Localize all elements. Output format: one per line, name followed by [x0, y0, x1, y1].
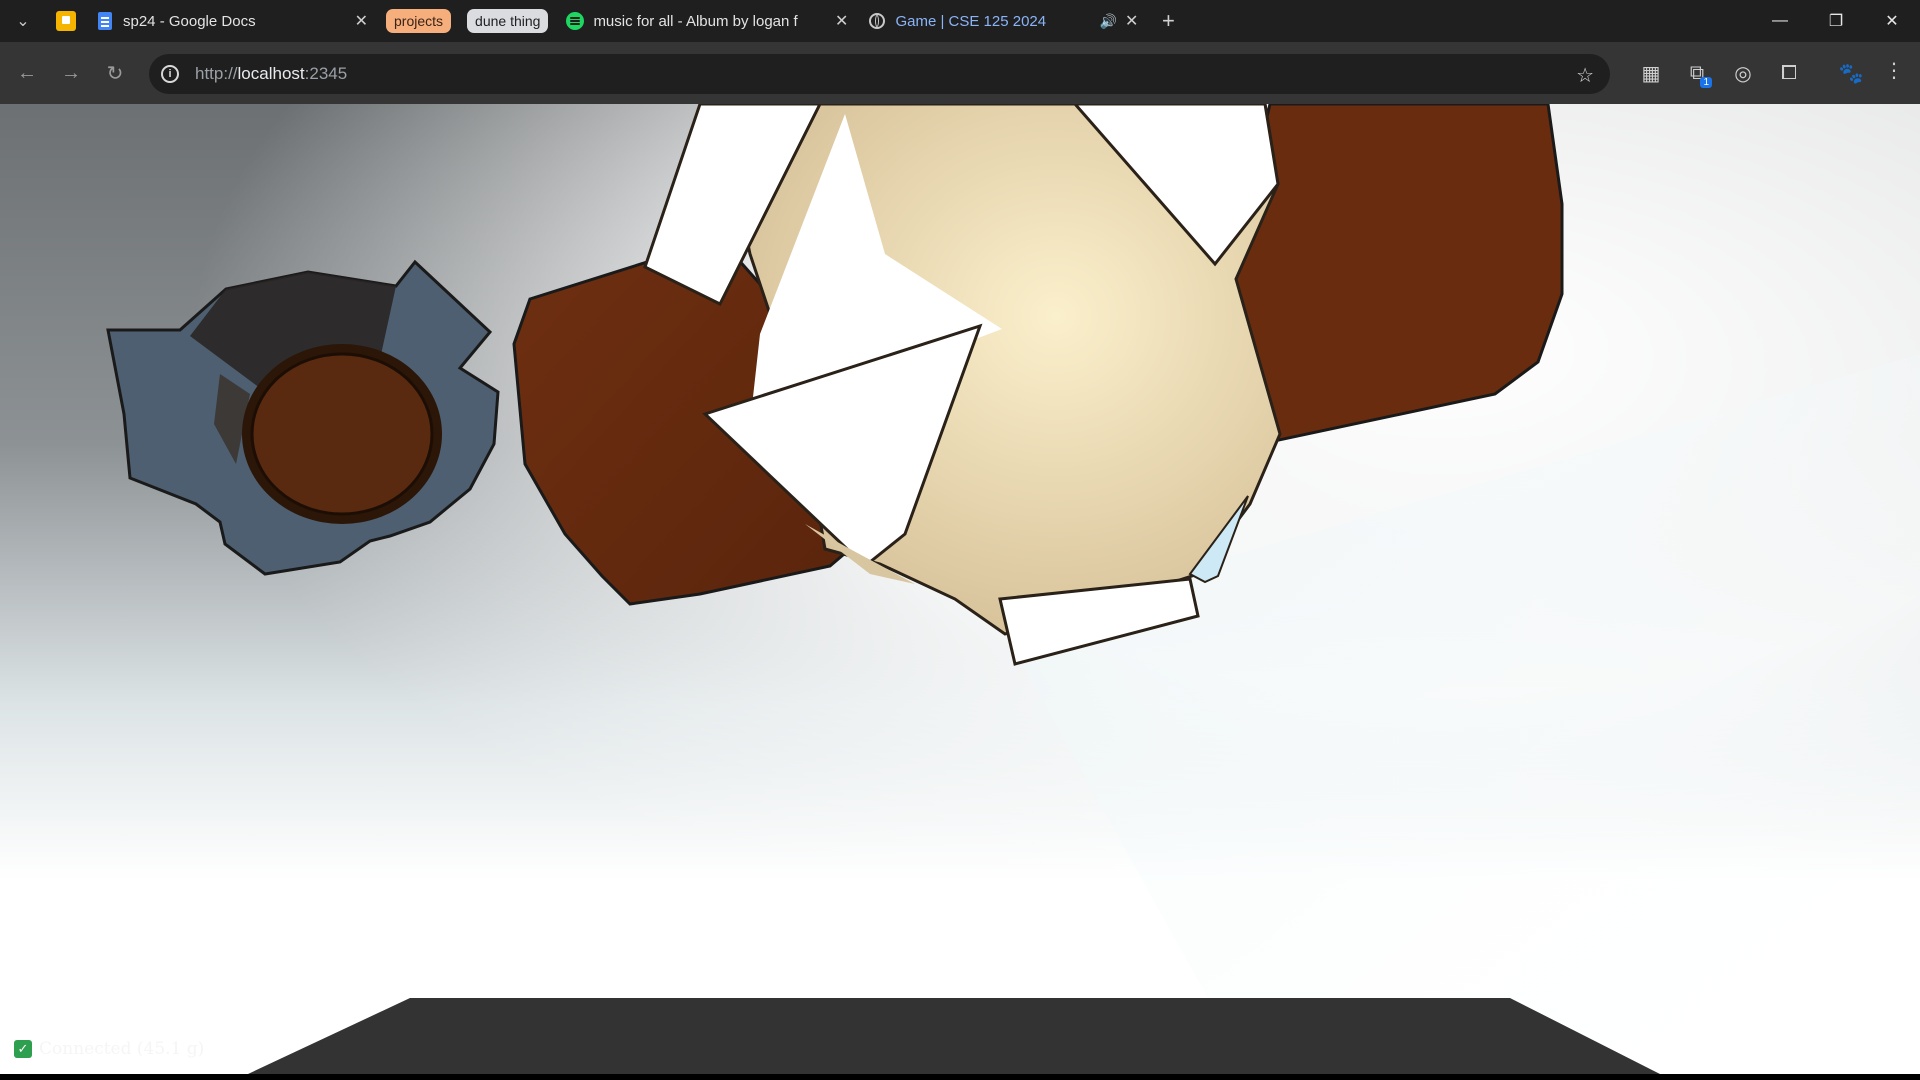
restore-button[interactable]: ❐ [1808, 0, 1864, 42]
game-canvas[interactable] [0, 104, 1920, 1074]
bookmark-star-icon[interactable]: ☆ [1576, 63, 1594, 88]
tab-search-button[interactable]: ⌄ [0, 0, 46, 42]
spotify-icon [566, 12, 585, 30]
floor-platform [248, 998, 1660, 1074]
window-controls: — ❐ ✕ [1752, 0, 1920, 42]
close-icon[interactable]: ✕ [355, 11, 368, 31]
tab-title: sp24 - Google Docs [123, 12, 256, 30]
connection-status-text: Connected (45.1 g) [39, 1039, 205, 1059]
speaker-icon[interactable]: 🔊 [1100, 13, 1117, 30]
connection-status: ✓ Connected (45.1 g) [14, 1039, 204, 1059]
tab-title: Game | CSE 125 2024 [895, 12, 1047, 30]
tab-strip: ⌄ sp24 - Google Docs ✕ projects dune thi… [0, 0, 1920, 42]
reload-button[interactable]: ↻ [93, 51, 137, 95]
tab-group-projects[interactable]: projects [386, 9, 452, 33]
address-bar[interactable]: i http://localhost:2345 ☆ [149, 54, 1610, 94]
profile-avatar-icon[interactable]: 🐾 [1828, 50, 1874, 96]
tab-google-docs[interactable]: sp24 - Google Docs ✕ [86, 4, 378, 38]
site-info-icon[interactable]: i [161, 65, 179, 83]
chevron-down-icon: ⌄ [16, 13, 30, 30]
globe-icon [869, 13, 886, 29]
close-window-button[interactable]: ✕ [1864, 0, 1920, 42]
url-text: http://localhost:2345 [195, 64, 348, 83]
window-bottom-edge [0, 1074, 1920, 1080]
pinned-tab[interactable] [46, 0, 86, 42]
tab-title: music for all - Album by logan f [593, 12, 798, 30]
minimize-button[interactable]: — [1752, 0, 1808, 42]
menu-kebab-icon[interactable]: ⋮ [1884, 58, 1904, 83]
extensions-area: ▦ ⧉ 1 ◎ ⧠ 🐾 [1628, 42, 1874, 104]
docs-icon [98, 12, 112, 30]
new-tab-button[interactable]: + [1148, 0, 1188, 42]
tab-group-dune-thing[interactable]: dune thing [467, 9, 549, 33]
extension-badge-icon[interactable]: ⧉ 1 [1674, 50, 1720, 96]
extension-badge-count: 1 [1700, 77, 1712, 88]
close-icon[interactable]: ✕ [835, 11, 848, 31]
tab-spotify[interactable]: music for all - Album by logan f ✕ [556, 4, 858, 38]
keep-notes-icon [56, 11, 76, 31]
glasses-icon[interactable]: ◎ [1720, 50, 1766, 96]
tab-game-active[interactable]: Game | CSE 125 2024 🔊 ✕ [858, 4, 1148, 38]
puzzle-icon[interactable]: ⧠ [1766, 50, 1812, 96]
back-button[interactable]: ← [5, 51, 49, 95]
grid-icon[interactable]: ▦ [1628, 50, 1674, 96]
close-icon[interactable]: ✕ [1125, 11, 1138, 31]
forward-button[interactable]: → [49, 51, 93, 95]
checkmark-icon: ✓ [14, 1040, 32, 1058]
browser-toolbar: ← → ↻ i http://localhost:2345 ☆ ▦ ⧉ 1 ◎ ⧠… [0, 42, 1920, 104]
